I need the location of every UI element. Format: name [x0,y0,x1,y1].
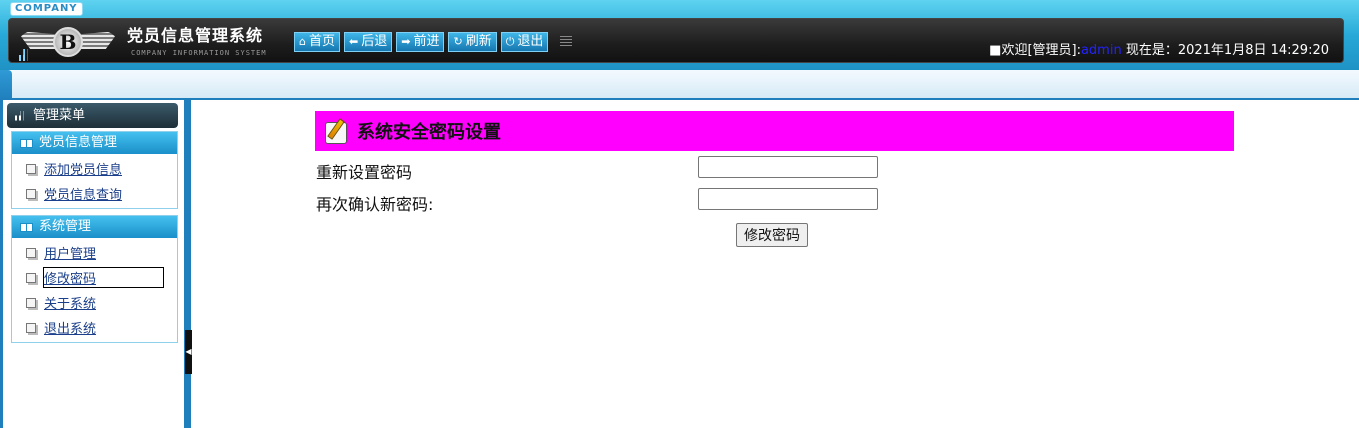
document-icon [26,322,36,333]
app-subtitle: COMPANY INFORMATION SYSTEM [131,49,267,57]
app-title: 党员信息管理系统 [127,26,264,45]
forward-button-label: 前进 [413,34,440,49]
menu-group-title: 系统管理 [39,219,92,234]
sidebar-link-query-member[interactable]: 党员信息查询 [44,184,122,203]
sidebar-item-exit: 退出系统 [12,315,177,340]
back-button-label: 后退 [361,34,388,49]
welcome-status: ■欢迎[管理员]:admin 现在是：2021年1月8日 14:29:20 [989,39,1329,58]
document-icon [26,272,36,283]
document-icon [26,297,36,308]
home-icon: ⌂ [299,35,306,48]
sidebar-link-about[interactable]: 关于系统 [44,293,96,312]
new-password-input[interactable] [698,156,878,178]
time-prefix: 现在是： [1121,43,1178,58]
sidebar-item-change-password: 修改密码 [12,265,177,290]
logo: B 党员信息管理系统 COMPANY INFORMATION SYSTEM [17,19,287,64]
back-button[interactable]: ⬅ 后退 [344,32,393,52]
power-icon: ⏻ [505,35,515,48]
document-icon [26,247,36,258]
logout-button[interactable]: ⏻ 退出 [500,32,549,52]
sidebar-link-users[interactable]: 用户管理 [44,243,96,262]
home-button-label: 首页 [308,34,335,49]
forward-arrow-icon: ➡ [401,35,411,48]
nav-toolbar: ⌂ 首页 ⬅ 后退 ➡ 前进 ↻ 刷新 ⏻ 退出 [294,32,573,52]
top-header: COMPANY B 党员信息管理系统 COMPANY INFORMATION S… [0,0,1359,70]
menu-group-title: 党员信息管理 [39,135,118,150]
equalizer-dots-icon [19,49,28,61]
refresh-icon: ↻ [453,35,463,48]
document-icon [26,163,36,174]
company-tag: COMPANY [10,2,83,16]
refresh-button-label: 刷新 [465,34,492,49]
form-title: 系统安全密码设置 [357,122,501,143]
edit-pencil-icon [325,118,351,144]
welcome-prefix: ■欢迎[管理员]: [989,43,1081,58]
sidebar: 管理菜单 党员信息管理 添加党员信息 党员信息查询 系统管理 用户管理 修改密码… [0,100,192,428]
sidebar-link-exit[interactable]: 退出系统 [44,318,96,337]
menu-group-system: 系统管理 用户管理 修改密码 关于系统 退出系统 [11,215,178,343]
sidebar-link-change-password[interactable]: 修改密码 [43,267,164,288]
logout-button-label: 退出 [517,34,544,49]
sidebar-item-about: 关于系统 [12,290,177,315]
sidebar-link-add-member[interactable]: 添加党员信息 [44,159,122,178]
menu-lines-icon[interactable] [560,36,573,48]
refresh-button[interactable]: ↻ 刷新 [448,32,497,52]
book-icon [20,138,33,148]
logo-badge-icon: B [53,27,83,57]
current-datetime: 2021年1月8日 14:29:20 [1177,43,1329,58]
sub-toolbar [0,70,1359,100]
home-button[interactable]: ⌂ 首页 [294,32,340,52]
confirm-password-label: 再次确认新密码: [316,195,434,214]
new-password-label: 重新设置密码 [316,163,413,182]
forward-button[interactable]: ➡ 前进 [396,32,445,52]
menu-group-member: 党员信息管理 添加党员信息 党员信息查询 [11,131,178,209]
book-icon [20,222,33,232]
current-username: admin [1080,43,1122,58]
confirm-password-input[interactable] [698,188,878,210]
menu-group-header-system[interactable]: 系统管理 [12,216,177,238]
menu-group-header-member[interactable]: 党员信息管理 [12,132,177,154]
subbar-tab [0,70,12,100]
sidebar-item-query-member: 党员信息查询 [12,181,177,206]
menu-title: 管理菜单 [33,108,86,123]
back-arrow-icon: ⬅ [349,35,359,48]
menu-header: 管理菜单 [7,103,178,128]
sidebar-item-add-member: 添加党员信息 [12,156,177,181]
menu-grid-icon [15,110,24,121]
change-password-button[interactable]: 修改密码 [736,223,808,247]
document-icon [26,188,36,199]
sidebar-item-users: 用户管理 [12,240,177,265]
form-title-bar: 系统安全密码设置 [315,111,1234,151]
main-content: 系统安全密码设置 重新设置密码 再次确认新密码: 修改密码 [188,100,1359,428]
header-bar: B 党员信息管理系统 COMPANY INFORMATION SYSTEM ⌂ … [8,18,1344,63]
